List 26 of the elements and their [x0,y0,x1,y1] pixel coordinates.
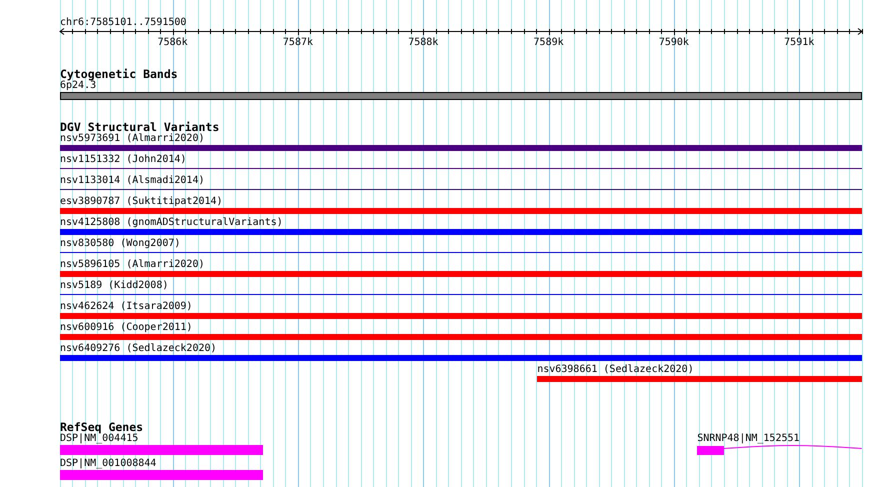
range-label: chr6:7585101..7591500 [60,17,186,28]
feature-label: nsv830580 (Wong2007) [60,238,180,249]
feature-label: nsv462624 (Itsara2009) [60,301,192,312]
feature-label: 6p24.3 [60,80,96,91]
feature-label: nsv5189 (Kidd2008) [60,280,168,291]
feature-label: SNRNP48|NM_152551 [697,433,800,445]
track-title: Cytogenetic Bands [60,68,178,80]
tick-label: 7586k [158,37,188,48]
tick-label: 7588k [408,37,438,48]
feature-label: nsv600916 (Cooper2011) [60,322,192,333]
track-title: RefSeq Genes [60,421,144,433]
tick-label: 7589k [534,37,564,48]
feature-label: nsv5973691 (Almarri2020) [60,133,204,144]
feature-label: DSP|NM_001008844 [60,458,156,470]
feature-label: nsv1133014 (Alsmadi2014) [60,175,204,186]
tick-label: 7590k [658,37,689,48]
feature-label: DSP|NM_004415 [60,433,138,445]
tick-label: 7587k [282,37,314,48]
feature-label: nsv1151332 (John2014) [60,154,186,165]
track-title: DGV Structural Variants [60,121,220,133]
feature-label: nsv6398661 (Sedlazeck2020) [537,364,694,375]
feature-label: nsv4125808 (gnomADStructuralVariants) [60,217,283,228]
feature-label: nsv6409276 (Sedlazeck2020) [60,343,217,354]
feature-label: esv3890787 (Suktitipat2014) [60,196,223,207]
feature-label: nsv5896105 (Almarri2020) [60,259,204,270]
tick-label: 7591k [784,37,814,48]
